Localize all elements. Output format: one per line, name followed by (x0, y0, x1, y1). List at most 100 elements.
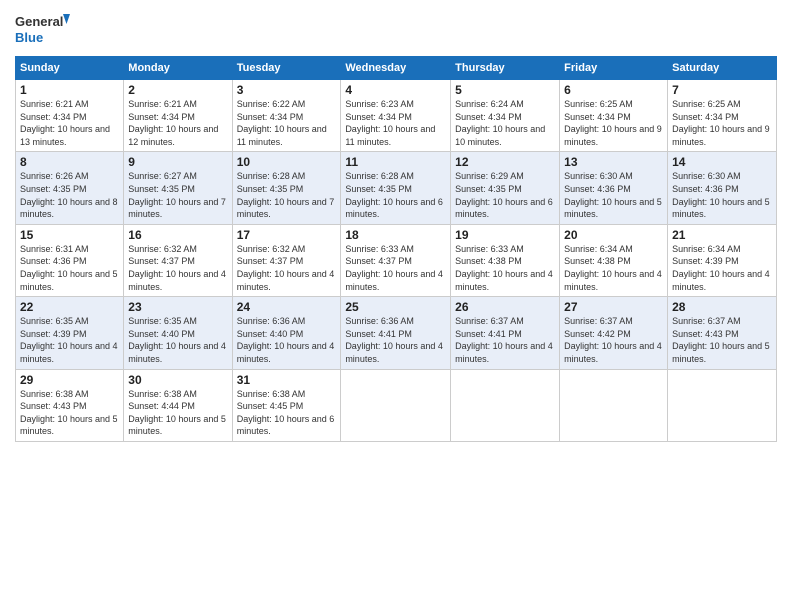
day-info: Sunrise: 6:34 AM Sunset: 4:38 PM Dayligh… (564, 243, 663, 293)
day-number: 9 (128, 155, 227, 169)
day-number: 31 (237, 373, 337, 387)
calendar-header-sunday: Sunday (16, 57, 124, 80)
page: General Blue SundayMondayTuesdayWednesda… (0, 0, 792, 612)
calendar-week-3: 15 Sunrise: 6:31 AM Sunset: 4:36 PM Dayl… (16, 224, 777, 296)
svg-text:General: General (15, 14, 63, 29)
day-info: Sunrise: 6:30 AM Sunset: 4:36 PM Dayligh… (564, 170, 663, 220)
calendar-cell: 28 Sunrise: 6:37 AM Sunset: 4:43 PM Dayl… (668, 297, 777, 369)
calendar-table: SundayMondayTuesdayWednesdayThursdayFrid… (15, 56, 777, 442)
day-number: 5 (455, 83, 555, 97)
calendar-week-5: 29 Sunrise: 6:38 AM Sunset: 4:43 PM Dayl… (16, 369, 777, 441)
calendar-cell: 9 Sunrise: 6:27 AM Sunset: 4:35 PM Dayli… (124, 152, 232, 224)
day-number: 15 (20, 228, 119, 242)
day-info: Sunrise: 6:21 AM Sunset: 4:34 PM Dayligh… (128, 98, 227, 148)
calendar-cell: 18 Sunrise: 6:33 AM Sunset: 4:37 PM Dayl… (341, 224, 451, 296)
svg-text:Blue: Blue (15, 30, 43, 45)
day-info: Sunrise: 6:28 AM Sunset: 4:35 PM Dayligh… (237, 170, 337, 220)
calendar-header-row: SundayMondayTuesdayWednesdayThursdayFrid… (16, 57, 777, 80)
calendar-cell: 24 Sunrise: 6:36 AM Sunset: 4:40 PM Dayl… (232, 297, 341, 369)
day-number: 26 (455, 300, 555, 314)
calendar-header-monday: Monday (124, 57, 232, 80)
day-info: Sunrise: 6:25 AM Sunset: 4:34 PM Dayligh… (564, 98, 663, 148)
calendar-cell: 12 Sunrise: 6:29 AM Sunset: 4:35 PM Dayl… (451, 152, 560, 224)
day-info: Sunrise: 6:35 AM Sunset: 4:40 PM Dayligh… (128, 315, 227, 365)
calendar-cell: 13 Sunrise: 6:30 AM Sunset: 4:36 PM Dayl… (560, 152, 668, 224)
day-number: 3 (237, 83, 337, 97)
day-info: Sunrise: 6:36 AM Sunset: 4:40 PM Dayligh… (237, 315, 337, 365)
day-number: 1 (20, 83, 119, 97)
day-info: Sunrise: 6:32 AM Sunset: 4:37 PM Dayligh… (237, 243, 337, 293)
calendar-cell: 23 Sunrise: 6:35 AM Sunset: 4:40 PM Dayl… (124, 297, 232, 369)
day-info: Sunrise: 6:34 AM Sunset: 4:39 PM Dayligh… (672, 243, 772, 293)
day-info: Sunrise: 6:27 AM Sunset: 4:35 PM Dayligh… (128, 170, 227, 220)
day-number: 24 (237, 300, 337, 314)
day-number: 22 (20, 300, 119, 314)
day-number: 2 (128, 83, 227, 97)
calendar-cell: 3 Sunrise: 6:22 AM Sunset: 4:34 PM Dayli… (232, 80, 341, 152)
day-number: 17 (237, 228, 337, 242)
day-info: Sunrise: 6:31 AM Sunset: 4:36 PM Dayligh… (20, 243, 119, 293)
calendar-cell: 4 Sunrise: 6:23 AM Sunset: 4:34 PM Dayli… (341, 80, 451, 152)
day-info: Sunrise: 6:37 AM Sunset: 4:43 PM Dayligh… (672, 315, 772, 365)
calendar-cell: 7 Sunrise: 6:25 AM Sunset: 4:34 PM Dayli… (668, 80, 777, 152)
calendar-header-wednesday: Wednesday (341, 57, 451, 80)
day-info: Sunrise: 6:37 AM Sunset: 4:41 PM Dayligh… (455, 315, 555, 365)
day-number: 27 (564, 300, 663, 314)
day-info: Sunrise: 6:26 AM Sunset: 4:35 PM Dayligh… (20, 170, 119, 220)
calendar-header-saturday: Saturday (668, 57, 777, 80)
day-number: 11 (345, 155, 446, 169)
day-info: Sunrise: 6:38 AM Sunset: 4:44 PM Dayligh… (128, 388, 227, 438)
calendar-cell: 8 Sunrise: 6:26 AM Sunset: 4:35 PM Dayli… (16, 152, 124, 224)
calendar-cell: 5 Sunrise: 6:24 AM Sunset: 4:34 PM Dayli… (451, 80, 560, 152)
day-number: 16 (128, 228, 227, 242)
day-info: Sunrise: 6:28 AM Sunset: 4:35 PM Dayligh… (345, 170, 446, 220)
day-info: Sunrise: 6:22 AM Sunset: 4:34 PM Dayligh… (237, 98, 337, 148)
calendar-cell (451, 369, 560, 441)
day-number: 23 (128, 300, 227, 314)
day-info: Sunrise: 6:38 AM Sunset: 4:43 PM Dayligh… (20, 388, 119, 438)
day-number: 10 (237, 155, 337, 169)
day-info: Sunrise: 6:29 AM Sunset: 4:35 PM Dayligh… (455, 170, 555, 220)
calendar-cell (341, 369, 451, 441)
calendar-cell: 1 Sunrise: 6:21 AM Sunset: 4:34 PM Dayli… (16, 80, 124, 152)
calendar-cell: 14 Sunrise: 6:30 AM Sunset: 4:36 PM Dayl… (668, 152, 777, 224)
day-number: 21 (672, 228, 772, 242)
logo-svg: General Blue (15, 10, 70, 48)
calendar-week-2: 8 Sunrise: 6:26 AM Sunset: 4:35 PM Dayli… (16, 152, 777, 224)
calendar-cell: 27 Sunrise: 6:37 AM Sunset: 4:42 PM Dayl… (560, 297, 668, 369)
day-number: 14 (672, 155, 772, 169)
day-info: Sunrise: 6:36 AM Sunset: 4:41 PM Dayligh… (345, 315, 446, 365)
day-info: Sunrise: 6:33 AM Sunset: 4:38 PM Dayligh… (455, 243, 555, 293)
calendar-cell: 22 Sunrise: 6:35 AM Sunset: 4:39 PM Dayl… (16, 297, 124, 369)
day-number: 8 (20, 155, 119, 169)
calendar-cell: 11 Sunrise: 6:28 AM Sunset: 4:35 PM Dayl… (341, 152, 451, 224)
calendar-cell: 26 Sunrise: 6:37 AM Sunset: 4:41 PM Dayl… (451, 297, 560, 369)
day-number: 4 (345, 83, 446, 97)
day-info: Sunrise: 6:33 AM Sunset: 4:37 PM Dayligh… (345, 243, 446, 293)
calendar-cell: 10 Sunrise: 6:28 AM Sunset: 4:35 PM Dayl… (232, 152, 341, 224)
calendar-week-1: 1 Sunrise: 6:21 AM Sunset: 4:34 PM Dayli… (16, 80, 777, 152)
day-number: 19 (455, 228, 555, 242)
calendar-cell: 17 Sunrise: 6:32 AM Sunset: 4:37 PM Dayl… (232, 224, 341, 296)
calendar-cell: 16 Sunrise: 6:32 AM Sunset: 4:37 PM Dayl… (124, 224, 232, 296)
day-number: 18 (345, 228, 446, 242)
day-number: 13 (564, 155, 663, 169)
calendar-cell (560, 369, 668, 441)
calendar-cell: 29 Sunrise: 6:38 AM Sunset: 4:43 PM Dayl… (16, 369, 124, 441)
day-number: 28 (672, 300, 772, 314)
day-info: Sunrise: 6:32 AM Sunset: 4:37 PM Dayligh… (128, 243, 227, 293)
calendar-cell: 21 Sunrise: 6:34 AM Sunset: 4:39 PM Dayl… (668, 224, 777, 296)
day-number: 12 (455, 155, 555, 169)
calendar-cell: 2 Sunrise: 6:21 AM Sunset: 4:34 PM Dayli… (124, 80, 232, 152)
day-number: 20 (564, 228, 663, 242)
calendar-header-tuesday: Tuesday (232, 57, 341, 80)
day-number: 25 (345, 300, 446, 314)
day-info: Sunrise: 6:21 AM Sunset: 4:34 PM Dayligh… (20, 98, 119, 148)
day-info: Sunrise: 6:25 AM Sunset: 4:34 PM Dayligh… (672, 98, 772, 148)
day-info: Sunrise: 6:37 AM Sunset: 4:42 PM Dayligh… (564, 315, 663, 365)
day-number: 7 (672, 83, 772, 97)
calendar-cell: 19 Sunrise: 6:33 AM Sunset: 4:38 PM Dayl… (451, 224, 560, 296)
day-info: Sunrise: 6:24 AM Sunset: 4:34 PM Dayligh… (455, 98, 555, 148)
day-info: Sunrise: 6:30 AM Sunset: 4:36 PM Dayligh… (672, 170, 772, 220)
calendar-cell: 20 Sunrise: 6:34 AM Sunset: 4:38 PM Dayl… (560, 224, 668, 296)
